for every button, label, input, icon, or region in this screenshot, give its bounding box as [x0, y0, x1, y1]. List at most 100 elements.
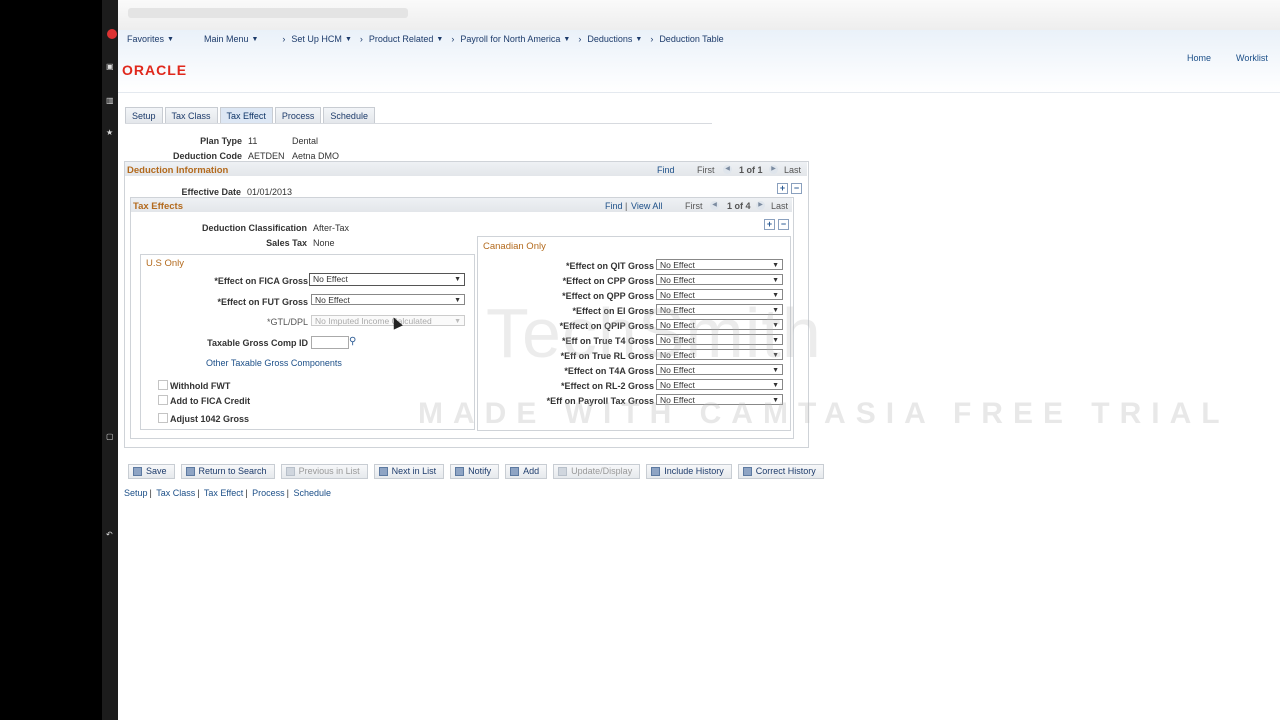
chevron-down-icon: ▼ [772, 292, 779, 299]
square-icon: ▢ [106, 432, 114, 441]
true-rl-select[interactable]: No Effect ▼ [656, 349, 783, 360]
fut-select[interactable]: No Effect ▼ [311, 294, 465, 305]
bottom-link-process[interactable]: Process [252, 488, 285, 498]
nav-deductions[interactable]: › Deductions ▼ [578, 34, 642, 44]
tab-divider [125, 123, 712, 124]
lookup-icon[interactable]: ⚲ [349, 336, 356, 347]
nav-main-menu[interactable]: Main Menu ▼ [204, 34, 258, 44]
deduction-info-first[interactable]: First [697, 165, 715, 175]
plan-type-code: 11 [248, 136, 258, 146]
next-arrow-icon[interactable]: ▶ [756, 201, 765, 210]
panel-icon: ▥ [106, 96, 114, 105]
true-rl-label: *Eff on True RL Gross [560, 351, 654, 361]
return-icon [185, 467, 195, 476]
comp-id-label: Taxable Gross Comp ID [207, 338, 308, 348]
chevron-down-icon: ▼ [772, 307, 779, 314]
add-button[interactable]: Add [505, 464, 548, 479]
breadcrumb: Favorites ▼ Main Menu ▼ › Set Up HCM ▼ › Prod… [118, 33, 724, 45]
other-taxable-link[interactable]: Other Taxable Gross Components [206, 358, 342, 368]
update-display-button[interactable]: Update/Display [553, 464, 641, 479]
nav-set-up-hcm[interactable]: › Set Up HCM ▼ [282, 34, 351, 44]
save-icon [133, 467, 142, 476]
qit-select[interactable]: No Effect ▼ [656, 259, 783, 270]
chevron-down-icon: ▼ [454, 276, 461, 283]
delete-row-icon[interactable]: − [778, 219, 789, 230]
adjust-1042-checkbox[interactable] [158, 413, 168, 423]
rl2-select[interactable]: No Effect ▼ [656, 379, 783, 390]
correct-history-icon [742, 467, 752, 476]
tax-effects-separator: | [625, 201, 628, 211]
next-arrow-icon[interactable]: ▶ [769, 165, 778, 174]
qpp-select[interactable]: No Effect ▼ [656, 289, 783, 300]
bottom-link-tax-class[interactable]: Tax Class [156, 488, 195, 498]
ei-select[interactable]: No Effect ▼ [656, 304, 783, 315]
tab-tax-class[interactable]: Tax Class [164, 107, 218, 124]
chevron-down-icon: ▼ [772, 277, 779, 284]
sales-tax-value: None [313, 238, 335, 248]
tab-setup[interactable]: Setup [125, 107, 163, 124]
bottom-link-tax-effect[interactable]: Tax Effect [204, 488, 243, 498]
delete-row-icon[interactable]: − [791, 183, 802, 194]
page-tabs: Setup Tax Class Tax Effect Process Sched… [125, 107, 377, 124]
prev-arrow-icon[interactable]: ◀ [710, 201, 719, 210]
nav-deduction-table[interactable]: › Deduction Table [650, 34, 723, 44]
adjust-1042-label: Adjust 1042 Gross [170, 414, 250, 424]
save-button[interactable]: Save [128, 464, 175, 479]
bottom-link-schedule[interactable]: Schedule [294, 488, 332, 498]
fica-select[interactable]: No Effect ▼ [309, 273, 465, 286]
deduction-info-last[interactable]: Last [784, 165, 801, 175]
fica-credit-checkbox[interactable] [158, 395, 168, 405]
tab-schedule[interactable]: Schedule [323, 107, 375, 124]
bottom-tab-links: Setup | Tax Class | Tax Effect | Process | S… [124, 488, 332, 498]
deduction-info-find[interactable]: Find [657, 165, 675, 175]
chevron-right-icon: › [359, 34, 363, 44]
true-t4-select[interactable]: No Effect ▼ [656, 334, 783, 345]
tax-effects-view-all[interactable]: View All [631, 201, 662, 211]
fica-label: *Effect on FICA Gross [214, 276, 308, 286]
worklist-link[interactable]: Worklist [1236, 53, 1268, 63]
home-link[interactable]: Home [1187, 53, 1211, 63]
next-in-list-button[interactable]: Next in List [373, 464, 445, 479]
include-history-button[interactable]: Include History [646, 464, 732, 479]
qpp-label: *Effect on QPP Gross [562, 291, 654, 301]
true-t4-label: *Eff on True T4 Gross [561, 336, 654, 346]
add-icon [510, 467, 520, 476]
withhold-fwt-checkbox[interactable] [158, 380, 168, 390]
nav-product-related[interactable]: › Product Related ▼ [360, 34, 443, 44]
nav-favorites[interactable]: Favorites ▼ [127, 34, 174, 44]
payroll-tax-select[interactable]: No Effect ▼ [656, 394, 783, 405]
browser-page: Favorites ▼ Main Menu ▼ › Set Up HCM ▼ › Prod… [118, 0, 1280, 720]
gtl-label: *GTL/DPL [266, 317, 308, 327]
browser-titlebar [118, 0, 1280, 30]
notify-button[interactable]: Notify [450, 464, 500, 479]
fut-label: *Effect on FUT Gross [217, 297, 308, 307]
comp-id-input[interactable] [311, 336, 349, 349]
payroll-tax-label: *Eff on Payroll Tax Gross [546, 396, 654, 406]
qit-label: *Effect on QIT Gross [565, 261, 654, 271]
plan-type-desc: Dental [292, 136, 319, 146]
cpp-select[interactable]: No Effect ▼ [656, 274, 783, 285]
tab-tax-effect[interactable]: Tax Effect [219, 107, 273, 124]
chevron-right-icon: › [650, 34, 654, 44]
window-icon: ▣ [106, 62, 114, 71]
tax-effects-last[interactable]: Last [771, 201, 788, 211]
chevron-down-icon: ▼ [167, 35, 174, 43]
tax-effects-first[interactable]: First [685, 201, 703, 211]
prev-arrow-icon[interactable]: ◀ [723, 165, 732, 174]
qpip-select[interactable]: No Effect ▼ [656, 319, 783, 330]
bottom-link-setup[interactable]: Setup [124, 488, 148, 498]
return-to-search-button[interactable]: Return to Search [180, 464, 275, 479]
nav-payroll-north-america[interactable]: › Payroll for North America ▼ [451, 34, 570, 44]
tab-process[interactable]: Process [274, 107, 322, 124]
tax-effects-title: Tax Effects [133, 201, 183, 212]
t4a-select[interactable]: No Effect ▼ [656, 364, 783, 375]
chevron-down-icon: ▼ [772, 322, 779, 329]
chevron-down-icon: ▼ [436, 35, 444, 43]
correct-history-button[interactable]: Correct History [737, 464, 824, 479]
add-row-icon[interactable]: + [764, 219, 775, 230]
previous-in-list-button[interactable]: Previous in List [280, 464, 368, 479]
gtl-select[interactable]: No Imputed Income Calculated ▼ [311, 315, 465, 326]
add-row-icon[interactable]: + [777, 183, 788, 194]
star-icon: ★ [106, 128, 114, 137]
tax-effects-find[interactable]: Find [605, 201, 623, 211]
